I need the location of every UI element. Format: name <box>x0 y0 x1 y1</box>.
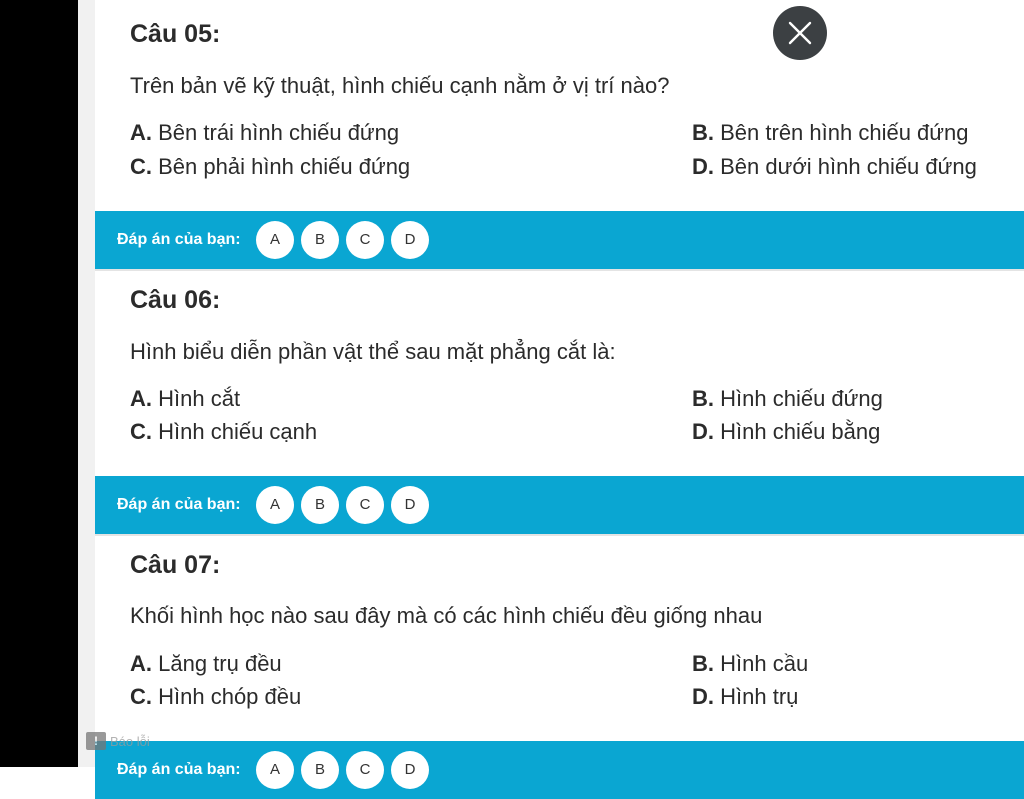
option-text: Lăng trụ đều <box>158 651 282 676</box>
option-c: C. Hình chóp đều <box>130 684 301 710</box>
question-title: Câu 06: <box>130 286 221 314</box>
option-text: Bên trái hình chiếu đứng <box>158 120 400 145</box>
answer-label: Đáp án của bạn: <box>117 231 241 248</box>
option-a: A. Bên trái hình chiếu đứng <box>130 120 399 146</box>
answer-label: Đáp án của bạn: <box>117 761 241 778</box>
left-black-panel <box>0 0 78 767</box>
option-b: B. Hình chiếu đứng <box>692 386 883 412</box>
option-b: B. Hình cầu <box>692 651 808 677</box>
answer-button-c[interactable]: C <box>346 221 384 259</box>
option-c: C. Bên phải hình chiếu đứng <box>130 154 410 180</box>
question-title: Câu 05: <box>130 20 221 48</box>
option-text: Hình chiếu đứng <box>720 386 883 411</box>
close-button[interactable] <box>773 6 827 60</box>
answer-button-a[interactable]: A <box>256 751 294 789</box>
option-d: D. Hình chiếu bằng <box>692 419 880 445</box>
option-text: Hình cầu <box>720 651 809 676</box>
answer-label: Đáp án của bạn: <box>117 496 241 513</box>
answer-button-b[interactable]: B <box>301 751 339 789</box>
answer-button-d[interactable]: D <box>391 221 429 259</box>
option-letter: D. <box>692 419 714 444</box>
option-letter: B. <box>692 120 714 145</box>
answer-button-b[interactable]: B <box>301 221 339 259</box>
report-label: Báo lỗi <box>110 733 150 749</box>
answer-button-d[interactable]: D <box>391 751 429 789</box>
question-title: Câu 07: <box>130 551 221 579</box>
answer-bar-07: Đáp án của bạn: A B C D <box>95 741 1024 799</box>
close-icon <box>788 21 812 45</box>
option-d: D. Hình trụ <box>692 684 798 710</box>
option-text: Hình chóp đều <box>158 684 302 709</box>
option-letter: B. <box>692 651 714 676</box>
option-letter: B. <box>692 386 714 411</box>
option-d: D. Bên dưới hình chiếu đứng <box>692 154 977 180</box>
option-text: Hình cắt <box>158 386 241 411</box>
option-letter: A. <box>130 651 152 676</box>
answer-button-c[interactable]: C <box>346 486 384 524</box>
option-letter: C. <box>130 419 152 444</box>
answer-bar-06: Đáp án của bạn: A B C D <box>95 476 1024 534</box>
flag-icon: ! <box>86 732 106 750</box>
answer-button-a[interactable]: A <box>256 221 294 259</box>
option-text: Bên trên hình chiếu đứng <box>720 120 969 145</box>
option-letter: D. <box>692 684 714 709</box>
option-letter: C. <box>130 154 152 179</box>
option-text: Bên dưới hình chiếu đứng <box>720 154 977 179</box>
page-gutter <box>78 0 95 767</box>
option-letter: D. <box>692 154 714 179</box>
answer-button-d[interactable]: D <box>391 486 429 524</box>
option-a: A. Hình cắt <box>130 386 240 412</box>
option-letter: C. <box>130 684 152 709</box>
answer-button-a[interactable]: A <box>256 486 294 524</box>
answer-button-b[interactable]: B <box>301 486 339 524</box>
option-text: Hình chiếu bằng <box>720 419 881 444</box>
question-text: Khối hình học nào sau đây mà có các hình… <box>130 603 763 628</box>
quiz-content: Câu 05: Trên bản vẽ kỹ thuật, hình chiếu… <box>95 0 1024 799</box>
answer-button-c[interactable]: C <box>346 751 384 789</box>
question-text: Trên bản vẽ kỹ thuật, hình chiếu cạnh nằ… <box>130 73 670 98</box>
answer-bar-05: Đáp án của bạn: A B C D <box>95 211 1024 269</box>
report-error-link[interactable]: ! Báo lỗi <box>86 732 150 750</box>
option-letter: A. <box>130 386 152 411</box>
option-a: A. Lăng trụ đều <box>130 651 282 677</box>
question-text: Hình biểu diễn phần vật thể sau mặt phẳn… <box>130 339 616 364</box>
option-c: C. Hình chiếu cạnh <box>130 419 317 445</box>
option-b: B. Bên trên hình chiếu đứng <box>692 120 968 146</box>
option-text: Bên phải hình chiếu đứng <box>158 154 411 179</box>
option-text: Hình chiếu cạnh <box>158 419 318 444</box>
option-text: Hình trụ <box>720 684 799 709</box>
option-letter: A. <box>130 120 152 145</box>
